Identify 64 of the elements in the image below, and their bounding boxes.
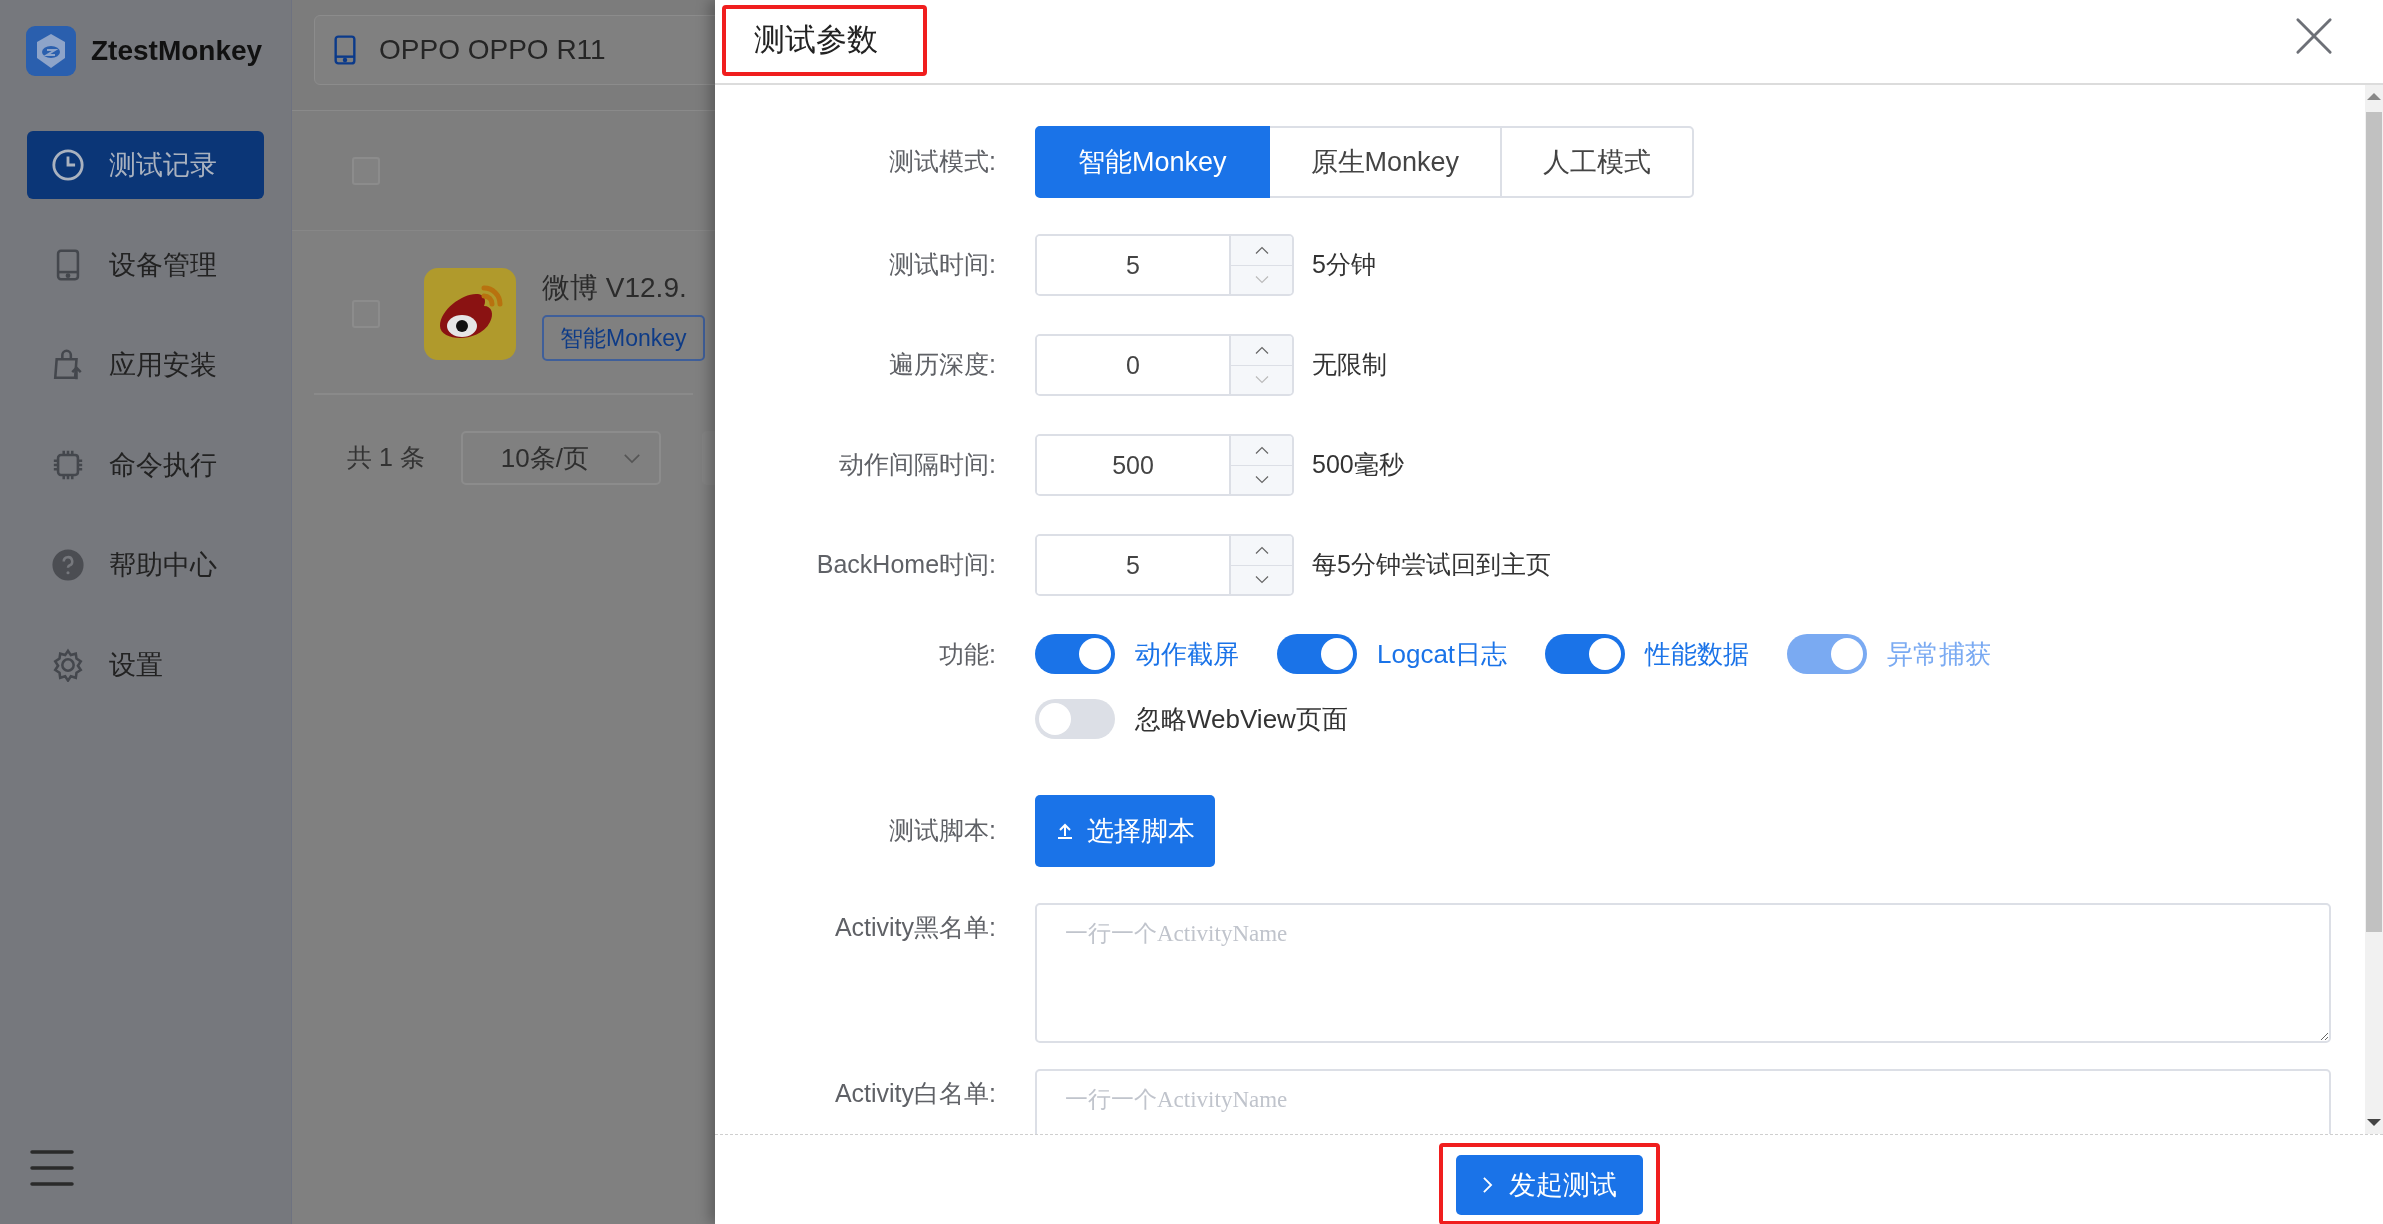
toggle-switch[interactable] xyxy=(1277,634,1357,674)
field-label: Activity白名单: xyxy=(833,1078,996,1109)
upload-icon xyxy=(1055,821,1075,841)
activity-list-field[interactable]: 一行一个ActivityName xyxy=(1035,903,2331,1043)
device-name: OPPO OPPO R11 xyxy=(379,33,606,67)
sidebar-nav-item[interactable]: 命令执行 xyxy=(27,431,264,499)
toggle-label: 性能数据 xyxy=(1645,637,1750,671)
scrollbar[interactable] xyxy=(2365,85,2383,1134)
app-name: 微博 V12.9. xyxy=(542,271,688,305)
sidebar-nav-item[interactable]: 设置 xyxy=(27,631,264,699)
mode-tab[interactable]: 原生Monkey xyxy=(1267,126,1503,198)
toggle-label: 忽略WebView页面 xyxy=(1135,702,1348,736)
field-label: 功能: xyxy=(938,639,996,670)
total-count: 共 1 条 xyxy=(347,442,425,474)
decrement-icon[interactable] xyxy=(1253,475,1270,485)
sidebar-nav-item[interactable]: 帮助中心 xyxy=(27,531,264,599)
field-hint: 5分钟 xyxy=(1312,249,1376,281)
chip-icon xyxy=(51,448,85,482)
chevron-right-icon xyxy=(1481,1176,1493,1194)
field-label: 测试模式: xyxy=(888,146,996,178)
app-logo-icon xyxy=(424,268,516,360)
page-size-select[interactable]: 10条/页 xyxy=(460,431,661,485)
mode-tab[interactable]: 智能Monkey xyxy=(1035,126,1270,198)
increment-icon[interactable] xyxy=(1253,345,1270,355)
clock-icon xyxy=(51,148,85,182)
field-hint: 每5分钟尝试回到主页 xyxy=(1312,549,1551,581)
increment-icon[interactable] xyxy=(1253,545,1270,555)
field-label: Activity黑名单: xyxy=(833,912,996,943)
increment-icon[interactable] xyxy=(1253,445,1270,455)
field-hint: 500毫秒 xyxy=(1312,449,1404,481)
caret-icon xyxy=(622,452,641,464)
mode-tab[interactable]: 人工模式 xyxy=(1500,126,1695,198)
toggle-switch[interactable] xyxy=(1035,634,1115,674)
field-label: BackHome时间: xyxy=(815,549,996,581)
mode-tag: 智能Monkey xyxy=(542,315,705,361)
device-selector[interactable]: OPPO OPPO R11 xyxy=(314,15,715,85)
close-icon[interactable] xyxy=(2295,17,2333,55)
number-input[interactable]: 5 xyxy=(1035,234,1294,296)
settings-icon xyxy=(51,648,85,682)
number-input[interactable]: 0 xyxy=(1035,334,1294,396)
toggle-switch[interactable] xyxy=(1545,634,1626,674)
app-name: ZtestMonkey xyxy=(91,34,263,68)
toggle-label: 动作截屏 xyxy=(1135,637,1239,671)
increment-icon[interactable] xyxy=(1253,245,1270,255)
decrement-icon[interactable] xyxy=(1253,575,1270,585)
dialog-title: 测试参数 xyxy=(754,22,878,57)
field-hint: 无限制 xyxy=(1312,349,1387,381)
toggle-label: 异常捕获 xyxy=(1887,637,1992,671)
start-test-button[interactable]: 发起测试 xyxy=(1455,1155,1643,1215)
app-logo-icon xyxy=(26,26,76,76)
number-input[interactable]: 5 xyxy=(1035,534,1294,596)
toggle-label: Logcat日志 xyxy=(1377,637,1508,671)
choose-script-button[interactable]: 选择脚本 xyxy=(1035,795,1215,867)
help-icon xyxy=(51,548,85,582)
field-label: 遍历深度: xyxy=(888,349,996,381)
sidebar-nav-item[interactable]: 应用安装 xyxy=(27,331,264,399)
field-label: 测试脚本: xyxy=(888,815,996,847)
field-label: 动作间隔时间: xyxy=(838,449,996,481)
menu-icon[interactable] xyxy=(30,1149,74,1187)
sidebar-nav-item[interactable]: 测试记录 xyxy=(27,131,264,199)
field-label: 测试时间: xyxy=(888,249,996,281)
toggle-switch[interactable] xyxy=(1035,699,1115,739)
sidebar-nav-item[interactable]: 设备管理 xyxy=(27,231,264,299)
number-input[interactable]: 500 xyxy=(1035,434,1294,496)
